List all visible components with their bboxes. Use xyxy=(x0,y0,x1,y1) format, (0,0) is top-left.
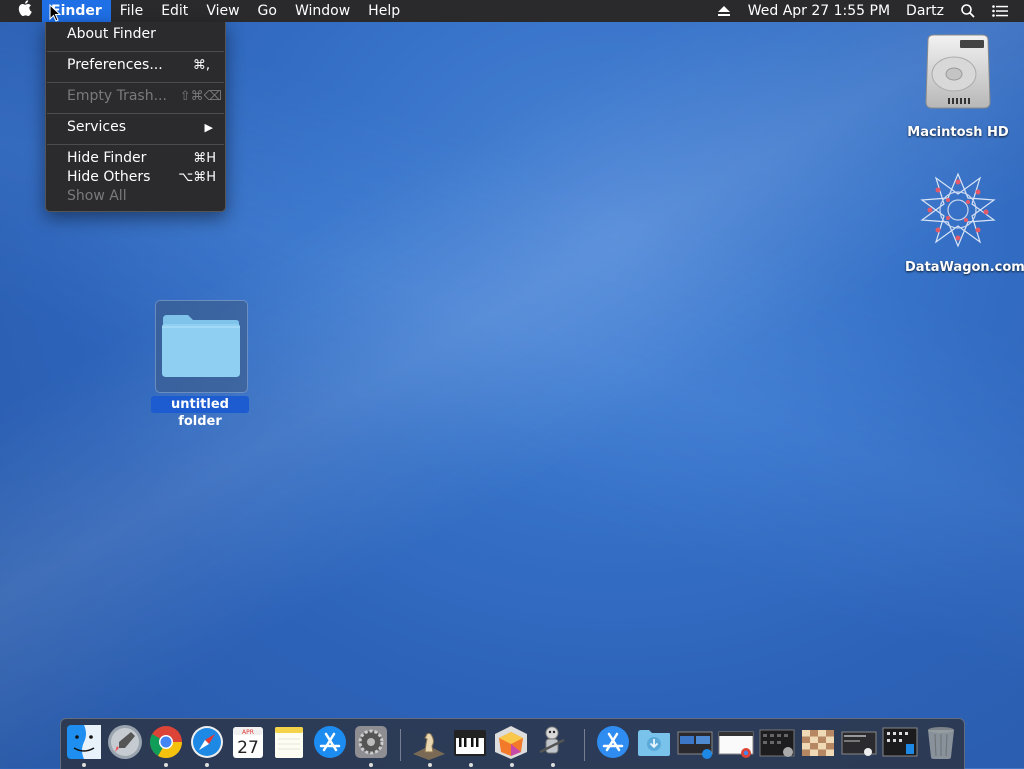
menu-item-hide-others[interactable]: Hide Others ⌥⌘H xyxy=(46,168,225,187)
menu-item-label: Preferences... xyxy=(67,57,163,73)
shortcut-label: ⇧⌘⌫ xyxy=(179,89,222,104)
mission-control-icon[interactable] xyxy=(882,724,918,760)
desktop-icon-datawagon[interactable]: DataWagon.com xyxy=(905,170,1024,275)
screenshot-stack-icon[interactable] xyxy=(677,724,713,760)
calendar-day: 27 xyxy=(237,738,259,758)
menu-item-empty-trash: Empty Trash... ⇧⌘⌫ xyxy=(46,87,225,106)
apple-menu[interactable] xyxy=(0,0,42,22)
search-icon[interactable] xyxy=(958,0,978,22)
clock[interactable]: Wed Apr 27 1:55 PM xyxy=(740,0,898,22)
app-store-folder-icon[interactable] xyxy=(595,724,631,760)
running-indicator xyxy=(369,763,373,767)
downloads-folder-icon[interactable] xyxy=(636,724,672,760)
desktop-icon-label: Macintosh HD xyxy=(907,125,1009,140)
running-indicator xyxy=(205,763,209,767)
status-area: Wed Apr 27 1:55 PM Dartz xyxy=(708,0,1024,22)
app-store-icon[interactable] xyxy=(312,724,348,760)
menu-item-show-all: Show All xyxy=(46,187,225,206)
running-indicator xyxy=(551,763,555,767)
eject-icon[interactable] xyxy=(714,0,734,22)
desktop-icon-untitled-folder[interactable] xyxy=(155,300,248,393)
user-menu[interactable]: Dartz xyxy=(898,0,952,22)
menu-item-about-finder[interactable]: About Finder xyxy=(46,25,225,44)
menu-item-hide-finder[interactable]: Hide Finder ⌘H xyxy=(46,149,225,168)
menu-separator xyxy=(47,51,224,52)
running-indicator xyxy=(428,763,432,767)
chess-board-icon[interactable] xyxy=(800,724,836,760)
menu-item-label: Empty Trash... xyxy=(67,88,167,104)
grapher-icon[interactable] xyxy=(493,724,529,760)
menu-window[interactable]: Window xyxy=(286,0,359,22)
web-window-icon[interactable] xyxy=(841,724,877,760)
finder-icon[interactable] xyxy=(66,724,102,760)
shortcut-label: ⌘, xyxy=(192,58,210,73)
menu-item-label: Services xyxy=(67,119,127,135)
menu-help[interactable]: Help xyxy=(359,0,409,22)
system-preferences-icon[interactable] xyxy=(353,724,389,760)
menu-edit[interactable]: Edit xyxy=(152,0,197,22)
dock: APR 27 xyxy=(60,718,965,769)
calendar-month: APR xyxy=(242,729,254,736)
menu-go[interactable]: Go xyxy=(249,0,286,22)
chrome-icon[interactable] xyxy=(148,724,184,760)
apple-logo-icon xyxy=(18,0,32,16)
menu-bar: Finder File Edit View Go Window Help Wed… xyxy=(0,0,1024,22)
dock-divider xyxy=(584,729,585,761)
calendar-icon[interactable]: APR 27 xyxy=(230,724,266,760)
menu-item-label: Hide Others xyxy=(67,169,151,185)
desktop-icon-label: DataWagon.com xyxy=(905,260,1024,275)
chrome-window-icon[interactable] xyxy=(718,724,754,760)
finder-menu: About Finder Preferences... ⌘, Empty Tra… xyxy=(45,22,226,212)
folder-name-label[interactable]: untitled folder xyxy=(151,396,249,429)
folder-icon xyxy=(162,315,240,377)
piano-icon[interactable] xyxy=(452,724,488,760)
menu-view[interactable]: View xyxy=(197,0,248,22)
shortcut-label: ⌥⌘H xyxy=(178,170,216,185)
hard-drive-icon xyxy=(925,34,991,109)
running-indicator xyxy=(82,763,86,767)
automator-icon[interactable] xyxy=(534,724,570,760)
terminal-icon[interactable] xyxy=(759,724,795,760)
menu-item-services[interactable]: Services ▶ xyxy=(46,118,225,137)
menu-item-label: Show All xyxy=(67,188,127,204)
dock-divider xyxy=(400,729,401,761)
notes-icon[interactable] xyxy=(271,724,307,760)
list-icon[interactable] xyxy=(990,0,1010,22)
menu-separator xyxy=(47,113,224,114)
safari-icon[interactable] xyxy=(189,724,225,760)
running-indicator xyxy=(164,763,168,767)
menu-item-preferences[interactable]: Preferences... ⌘, xyxy=(46,56,225,75)
launchpad-icon[interactable] xyxy=(107,724,143,760)
trash-icon[interactable] xyxy=(923,724,959,760)
running-indicator xyxy=(510,763,514,767)
desktop-icon-macintosh-hd[interactable]: Macintosh HD xyxy=(905,32,1011,140)
chess-icon[interactable] xyxy=(411,724,447,760)
running-indicator xyxy=(469,763,473,767)
shortcut-label: ⌘H xyxy=(193,151,216,166)
menu-separator xyxy=(47,144,224,145)
mouse-cursor-icon xyxy=(49,4,61,22)
menu-separator xyxy=(47,82,224,83)
datawagon-logo-icon xyxy=(920,172,996,248)
menu-item-label: Hide Finder xyxy=(67,150,147,166)
menu-file[interactable]: File xyxy=(111,0,152,22)
menu-item-label: About Finder xyxy=(67,26,156,42)
chevron-right-icon: ▶ xyxy=(204,121,213,134)
